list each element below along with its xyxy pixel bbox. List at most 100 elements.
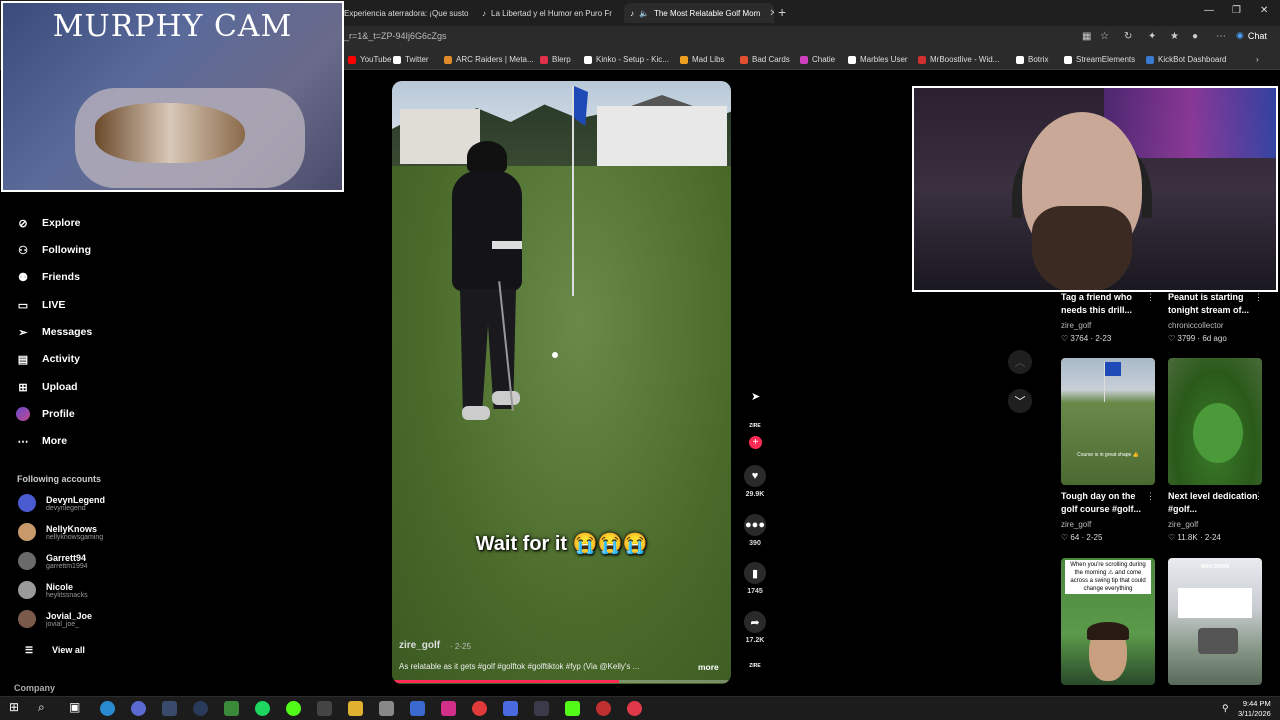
more-vertical-icon[interactable]: ⋮ [1254, 491, 1263, 502]
view-all-link[interactable]: ☰ View all [22, 643, 85, 657]
system-clock[interactable]: 9:44 PM 3/11/2026 [1238, 699, 1271, 719]
more-vertical-icon[interactable]: ⋮ [1146, 491, 1155, 502]
minimize-icon[interactable]: — [1204, 5, 1214, 16]
following-account[interactable]: NellyKnows nellyknowsgaming [18, 523, 103, 541]
related-author[interactable]: zire_golf [1061, 321, 1091, 330]
network-icon[interactable]: ⚲ [1222, 703, 1229, 714]
sidebar-item-friends[interactable]: ⚉ Friends [16, 270, 80, 284]
music-disc[interactable]: ZIRE [745, 663, 765, 673]
app-icon[interactable] [596, 701, 611, 716]
bookmark-item[interactable]: YouTube [348, 55, 391, 64]
app-icon[interactable] [534, 701, 549, 716]
bookmark-item[interactable]: StreamElements [1064, 55, 1135, 64]
chrome-icon[interactable] [131, 701, 146, 716]
related-title[interactable]: Tag a friend who needs this drill... [1061, 291, 1151, 317]
company-link[interactable]: Company [14, 683, 55, 693]
profile-avatar-icon[interactable]: ● [1192, 31, 1198, 42]
sidebar-item-following[interactable]: ⚇ Following [16, 243, 91, 257]
sidebar-item-live[interactable]: ▭ LIVE [16, 298, 66, 312]
favorite-star-icon[interactable]: ☆ [1100, 31, 1109, 42]
related-thumbnail[interactable]: MAN DOWN [1168, 558, 1262, 685]
refresh-icon[interactable]: ↻ [1124, 31, 1132, 42]
more-link[interactable]: more [698, 662, 719, 672]
comment-button[interactable]: ●●● 390 [744, 514, 766, 547]
bookmark-item[interactable]: Mad Libs [680, 55, 724, 64]
search-icon[interactable]: ⌕ [38, 700, 45, 715]
save-button[interactable]: ▮ 1745 [744, 562, 766, 595]
tab-2[interactable]: ♪ 🔈 The Most Relatable Golf Mom ✕ [624, 3, 774, 23]
related-title[interactable]: Next level dedication #golf... [1168, 490, 1258, 516]
favorites-icon[interactable]: ★ [1170, 31, 1179, 42]
share-button[interactable]: ➦ 17.2K [744, 611, 766, 644]
sidebar-item-more[interactable]: ⋯ More [16, 434, 68, 448]
sidebar-item-profile[interactable]: Profile [16, 407, 75, 421]
chat-button[interactable]: ◉ Chat [1236, 30, 1267, 41]
bookmark-item[interactable]: Kinko - Setup - Kic... [584, 55, 669, 64]
chevron-right-icon[interactable]: › [1256, 55, 1259, 64]
maximize-icon[interactable]: ❐ [1232, 5, 1241, 16]
folder-icon[interactable] [348, 701, 363, 716]
menu-dots-icon[interactable]: ⋯ [1216, 31, 1226, 42]
related-thumbnail[interactable] [1168, 358, 1262, 485]
app-icon[interactable] [565, 701, 580, 716]
bookmark-item[interactable]: Marbles User [848, 55, 908, 64]
bookmark-item[interactable]: Botrix [1016, 55, 1048, 64]
video-progress[interactable] [392, 680, 731, 683]
app-icon[interactable] [503, 701, 518, 716]
tab-1[interactable]: ♪ La Libertad y el Humor en Puro Fr ✕ [476, 3, 622, 23]
video-author[interactable]: zire_golf [399, 640, 440, 651]
sidebar-item-activity[interactable]: ▤ Activity [16, 352, 80, 366]
url-field[interactable]: _r=1&_t=ZP-94Ij6G6cZgs [344, 31, 447, 41]
kick-icon[interactable] [286, 701, 301, 716]
extension-icon[interactable]: ✦ [1148, 31, 1156, 42]
edge-icon[interactable] [100, 701, 115, 716]
sidebar-item-explore[interactable]: ⊘ Explore [16, 216, 80, 230]
like-button[interactable]: ♥ 29.9K [744, 465, 766, 498]
close-icon[interactable]: ✕ [769, 8, 774, 19]
settings-icon[interactable] [379, 701, 394, 716]
related-title[interactable]: Tough day on the golf course #golf... [1061, 490, 1151, 516]
bookmark-item[interactable]: Chatie [800, 55, 835, 64]
creator-avatar[interactable]: ZIRE [745, 423, 765, 433]
bookmark-item[interactable]: Bad Cards [740, 55, 790, 64]
bookmark-item[interactable]: MrBoostlive - Wid... [918, 55, 999, 64]
more-vertical-icon[interactable]: ⋮ [1254, 292, 1263, 303]
new-tab-icon[interactable]: + [778, 4, 786, 20]
app-icon[interactable] [162, 701, 177, 716]
bookmark-item[interactable]: Blerp [540, 55, 571, 64]
related-thumbnail[interactable]: Course is in great shape 👍 [1061, 358, 1155, 485]
bookmark-item[interactable]: ARC Raiders | Meta... [444, 55, 534, 64]
following-account[interactable]: DevynLegend devynlegend [18, 494, 105, 512]
steam-icon[interactable] [317, 701, 332, 716]
bookmark-item[interactable]: KickBot Dashboard [1146, 55, 1226, 64]
apps-icon[interactable]: ▦ [1082, 31, 1091, 42]
previous-video-button[interactable]: ︿ [1008, 350, 1032, 374]
close-window-icon[interactable]: ✕ [1260, 5, 1268, 16]
app-icon[interactable] [441, 701, 456, 716]
related-thumbnail[interactable]: When you're scrolling during the morning… [1061, 558, 1155, 685]
sidebar-item-upload[interactable]: ⊞ Upload [16, 380, 77, 394]
follow-plus-icon[interactable]: + [749, 436, 762, 449]
close-icon[interactable]: ✕ [621, 8, 622, 19]
more-vertical-icon[interactable]: ⋮ [1146, 292, 1155, 303]
obs-icon[interactable] [193, 701, 208, 716]
windows-start-icon[interactable]: ⊞ [9, 700, 19, 714]
following-account[interactable]: Jovial_Joe jovial_joe_ [18, 610, 92, 628]
following-account[interactable]: Nicole heylitssnacks [18, 581, 88, 599]
app-icon[interactable] [627, 701, 642, 716]
app-icon[interactable] [472, 701, 487, 716]
related-author[interactable]: chroniccollector [1168, 321, 1224, 330]
tab-0[interactable]: Experiencia aterradora: ¡Que susto✕ [338, 3, 472, 23]
task-view-icon[interactable]: ▣ [69, 700, 80, 714]
related-author[interactable]: zire_golf [1061, 520, 1091, 529]
related-title[interactable]: Peanut is starting tonight stream of... [1168, 291, 1258, 317]
next-video-button[interactable]: ﹀ [1008, 389, 1032, 413]
game-icon[interactable] [224, 701, 239, 716]
spotify-icon[interactable] [255, 701, 270, 716]
app-icon[interactable] [410, 701, 425, 716]
bookmark-item[interactable]: Twitter [393, 55, 429, 64]
following-account[interactable]: Garrett94 garrettm1994 [18, 552, 88, 570]
sidebar-item-messages[interactable]: ➢ Messages [16, 325, 92, 339]
video-player[interactable]: Wait for it 😭😭😭 zire_golf · 2-25 As rela… [392, 81, 731, 684]
related-author[interactable]: zire_golf [1168, 520, 1198, 529]
